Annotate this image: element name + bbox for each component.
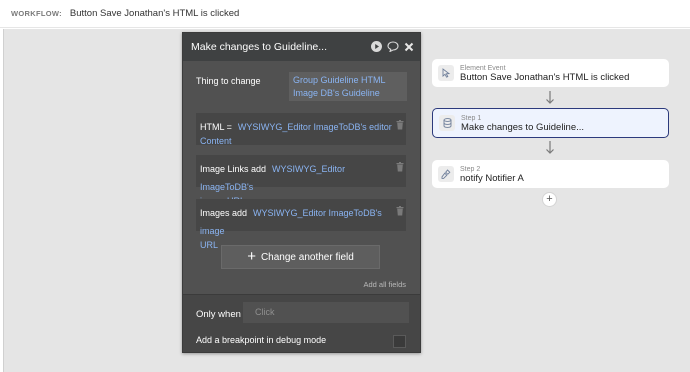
- field-label: Image Links add: [200, 164, 267, 174]
- arrow-down-icon: [546, 91, 554, 104]
- field-expression[interactable]: WYSIWYG_Editor ImageToDB's editor: [238, 122, 392, 132]
- trash-icon[interactable]: [396, 117, 404, 135]
- event-card-title: Button Save Jonathan's HTML is clicked: [460, 72, 630, 83]
- arrow-down-icon: [546, 141, 554, 154]
- thing-value-line1: Group Guideline HTML: [293, 75, 386, 85]
- field-row-html[interactable]: HTML = WYSIWYG_Editor ImageToDB's editor …: [196, 113, 406, 148]
- plugin-icon: [438, 166, 454, 182]
- workflow-name[interactable]: Button Save Jonathan's HTML is clicked: [70, 8, 239, 19]
- add-all-fields-link[interactable]: Add all fields: [363, 280, 406, 289]
- database-icon: [439, 115, 455, 131]
- trash-icon[interactable]: [396, 203, 404, 221]
- step-2-title: notify Notifier A: [460, 173, 524, 184]
- event-card[interactable]: Element Event Button Save Jonathan's HTM…: [432, 59, 669, 87]
- only-when-input[interactable]: Click: [243, 302, 409, 323]
- cursor-click-icon: [438, 65, 454, 81]
- trash-icon[interactable]: [396, 159, 404, 177]
- add-step-button[interactable]: +: [542, 192, 557, 207]
- change-another-field-button[interactable]: + Change another field: [221, 245, 380, 269]
- play-icon[interactable]: [371, 41, 382, 52]
- workflow-label: WORKFLOW:: [11, 9, 62, 18]
- field-expression-cont[interactable]: Content: [200, 135, 396, 148]
- thing-value-line2: Image DB's Guideline: [293, 88, 380, 98]
- panel-footer: Only when Click Add a breakpoint in debu…: [183, 294, 420, 352]
- thing-to-change-value[interactable]: Group Guideline HTML Image DB's Guidelin…: [289, 72, 407, 101]
- field-row-image-links[interactable]: Image Links add WYSIWYG_Editor ImageToDB'…: [196, 155, 406, 206]
- breakpoint-label: Add a breakpoint in debug mode: [196, 335, 327, 345]
- event-card-type: Element Event: [460, 65, 506, 72]
- plus-icon: +: [247, 248, 256, 265]
- field-row-images[interactable]: Images add WYSIWYG_Editor ImageToDB's ima…: [196, 199, 406, 250]
- thing-to-change-label: Thing to change: [196, 76, 261, 86]
- step-2-label: Step 2: [460, 166, 481, 173]
- breakpoint-checkbox[interactable]: [393, 335, 406, 348]
- field-label: HTML =: [200, 122, 232, 132]
- step-1-title: Make changes to Guideline...: [461, 122, 585, 133]
- step-1-card[interactable]: Step 1 Make changes to Guideline...: [432, 108, 669, 138]
- only-when-label: Only when: [196, 309, 241, 320]
- property-editor-panel: Make changes to Guideline... Thing to ch…: [182, 32, 421, 353]
- workflow-header: WORKFLOW: Button Save Jonathan's HTML is…: [0, 0, 690, 28]
- change-button-label: Change another field: [260, 251, 354, 263]
- step-1-label: Step 1: [461, 115, 482, 122]
- field-label: Images add: [200, 208, 248, 218]
- panel-header[interactable]: Make changes to Guideline...: [183, 33, 420, 61]
- panel-title: Make changes to Guideline...: [191, 41, 327, 53]
- comment-icon[interactable]: [387, 41, 399, 52]
- step-2-card[interactable]: Step 2 notify Notifier A: [432, 160, 669, 188]
- close-icon[interactable]: [404, 42, 414, 52]
